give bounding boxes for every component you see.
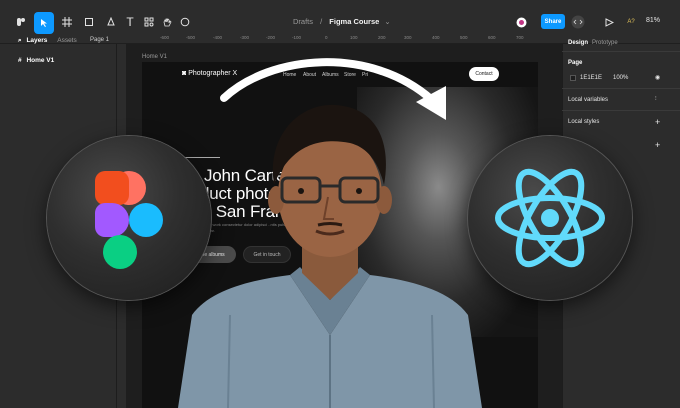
sliders-icon[interactable]: ⫶ [655, 96, 657, 103]
page-section-title: Page [568, 60, 583, 66]
tab-layers[interactable]: Layers [26, 37, 47, 44]
site-contact-button: Contact [469, 67, 499, 81]
ruler-label: -100 [292, 35, 302, 40]
figma-logo-badge [47, 136, 211, 300]
layer-item[interactable]: # Home V1 [18, 57, 54, 64]
resources-tool-icon[interactable] [142, 12, 156, 32]
folder-name[interactable]: Drafts [293, 17, 313, 26]
hand-tool-icon[interactable] [160, 12, 174, 32]
dev-mode-icon[interactable] [570, 12, 586, 32]
breadcrumb[interactable]: Drafts / Figma Course ⌄ [293, 17, 391, 26]
search-icon[interactable]: ⌕ [18, 37, 22, 44]
ruler-label: 600 [488, 35, 496, 40]
frame-icon: # [18, 57, 22, 64]
ruler-label: -200 [266, 35, 276, 40]
tab-design[interactable]: Design [568, 40, 588, 46]
page-selector[interactable]: Page 1 [90, 37, 109, 43]
move-tool-icon[interactable] [34, 12, 54, 34]
avatar[interactable] [515, 12, 527, 32]
tab-assets[interactable]: Assets [57, 37, 77, 44]
layer-label: Home V1 [26, 57, 55, 64]
local-styles-label[interactable]: Local styles [568, 119, 599, 125]
file-name[interactable]: Figma Course [329, 17, 379, 26]
ruler-label: 100 [350, 35, 358, 40]
ruler-label: -600 [160, 35, 170, 40]
ruler-label: 300 [404, 35, 412, 40]
divider [562, 88, 680, 89]
main-menu-icon[interactable] [14, 12, 28, 32]
eye-icon[interactable]: ◉ [655, 74, 660, 81]
shape-tool-icon[interactable] [82, 12, 96, 32]
chevron-down-icon[interactable]: ⌄ [384, 17, 390, 26]
divider [562, 51, 680, 52]
pen-tool-icon[interactable] [104, 12, 118, 32]
add-icon[interactable]: + [655, 140, 660, 150]
page-color-hex[interactable]: 1E1E1E [580, 75, 602, 81]
separator: / [320, 17, 323, 26]
ruler-label: -500 [186, 35, 196, 40]
local-variables-label[interactable]: Local variables [568, 97, 608, 103]
add-icon[interactable]: + [655, 117, 660, 127]
ai-indicator[interactable]: A? [626, 12, 636, 32]
page-color-swatch[interactable] [570, 75, 576, 81]
ruler-label: 0 [325, 35, 328, 40]
play-icon[interactable] [603, 12, 615, 32]
zoom-level[interactable]: 81% [646, 17, 660, 24]
divider [562, 110, 680, 111]
ruler-label: 400 [432, 35, 440, 40]
share-button[interactable]: Share [541, 14, 565, 29]
text-tool-icon[interactable]: T [124, 12, 136, 32]
ruler-label: 500 [460, 35, 468, 40]
ruler-label: -400 [213, 35, 223, 40]
ruler-label: 200 [378, 35, 386, 40]
frame-label[interactable]: Home V1 [142, 54, 167, 60]
figma-icon [95, 171, 163, 269]
comment-tool-icon[interactable] [178, 12, 192, 32]
left-panel-tabs: ⌕ Layers Assets [18, 37, 77, 45]
camera-icon: ◙ [182, 70, 187, 77]
tab-prototype[interactable]: Prototype [592, 40, 618, 46]
frame-tool-icon[interactable] [60, 12, 74, 32]
presenter-photo [178, 104, 482, 408]
ruler-label: 700 [516, 35, 524, 40]
page-opacity[interactable]: 100% [613, 75, 628, 81]
react-icon [495, 168, 605, 268]
ruler-label: -300 [240, 35, 250, 40]
react-logo-badge [468, 136, 632, 300]
